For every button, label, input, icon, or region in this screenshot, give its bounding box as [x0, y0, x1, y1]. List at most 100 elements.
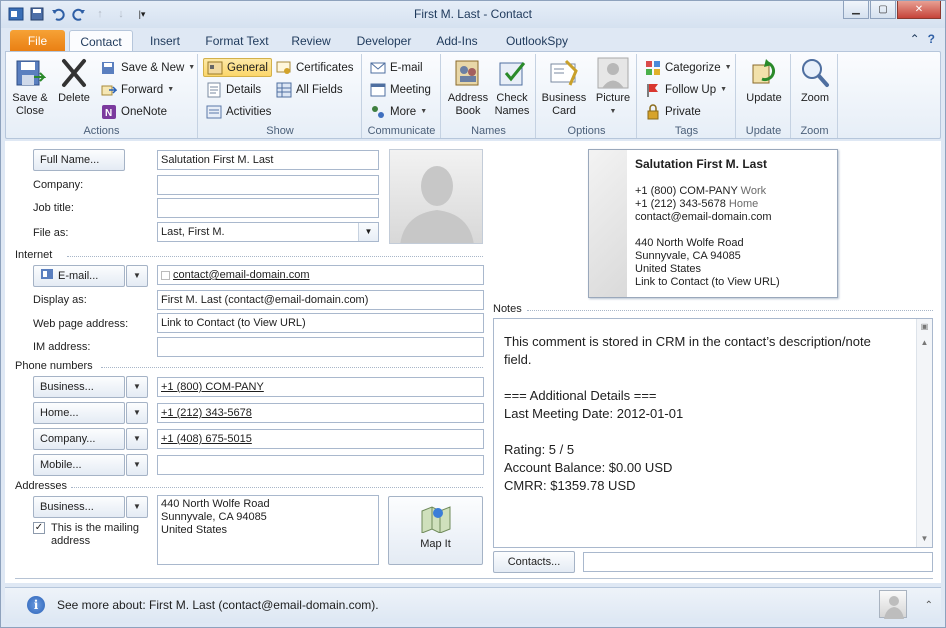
job-title-label: Job title:: [33, 202, 74, 214]
display-as-field[interactable]: First M. Last (contact@email-domain.com): [157, 290, 484, 310]
email-field[interactable]: contact@email-domain.com: [157, 265, 484, 285]
mailing-address-label: This is the mailing address: [51, 522, 140, 547]
tab-contact[interactable]: Contact: [69, 30, 133, 53]
certificates-icon: [276, 60, 292, 76]
map-it-button[interactable]: Map It: [388, 496, 483, 565]
phone-home-field[interactable]: +1 (212) 343-5678: [157, 403, 484, 423]
collapse-ribbon-icon[interactable]: ⌃: [910, 32, 920, 46]
phone-mobile-button[interactable]: Mobile...: [33, 454, 125, 476]
file-as-combo[interactable]: Last, First M. ▼: [157, 222, 379, 242]
categorize-button[interactable]: Categorize ▼: [642, 58, 735, 77]
internet-divider: [67, 256, 483, 257]
expand-people-pane-icon[interactable]: ⌃: [925, 600, 933, 611]
address-dropdown[interactable]: ▼: [126, 496, 148, 518]
save-close-button[interactable]: Save & Close: [10, 57, 50, 118]
zoom-button[interactable]: Zoom: [795, 57, 835, 105]
delete-button[interactable]: Delete: [56, 57, 92, 105]
job-title-field[interactable]: [157, 198, 379, 218]
phone-home-button[interactable]: Home...: [33, 402, 125, 424]
phone-company-dropdown[interactable]: ▼: [126, 428, 148, 450]
forward-button[interactable]: Forward ▼: [98, 80, 177, 99]
help-icon[interactable]: ?: [928, 32, 935, 46]
follow-up-button[interactable]: Follow Up ▼: [642, 80, 730, 99]
phone-business-field[interactable]: +1 (800) COM-PANY: [157, 377, 484, 397]
all-fields-button[interactable]: All Fields: [273, 80, 346, 99]
form-bottom-divider: [15, 578, 933, 579]
activities-button[interactable]: Activities: [203, 102, 274, 121]
update-button[interactable]: Update: [741, 57, 787, 105]
phone-company-field[interactable]: +1 (408) 675-5015: [157, 429, 484, 449]
avatar[interactable]: [879, 590, 907, 619]
close-button[interactable]: ✕: [897, 1, 941, 19]
ribbon: Save & Close Delete Save & New ▼ Forward ▼…: [5, 51, 941, 139]
details-button[interactable]: Details: [203, 80, 264, 99]
phone-section-label: Phone numbers: [15, 360, 93, 372]
person-silhouette-icon: [884, 596, 904, 619]
full-name-field[interactable]: Salutation First M. Last: [157, 150, 379, 170]
svg-text:N: N: [105, 108, 112, 119]
web-page-field[interactable]: Link to Contact (to View URL): [157, 313, 484, 333]
phone-business-dropdown[interactable]: ▼: [126, 376, 148, 398]
picture-button[interactable]: Picture ▼: [593, 57, 633, 118]
tab-developer[interactable]: Developer: [349, 30, 419, 52]
check-names-icon: [496, 57, 528, 89]
zoom-icon: [799, 57, 831, 89]
chevron-down-icon[interactable]: ▼: [358, 223, 378, 241]
email-button[interactable]: E-mail: [367, 58, 426, 77]
minimize-button[interactable]: ▁: [843, 1, 869, 19]
web-page-label: Web page address:: [33, 318, 129, 330]
business-card-button[interactable]: Business Card: [541, 57, 587, 118]
address-field[interactable]: 440 North Wolfe Road Sunnyvale, CA 94085…: [157, 495, 379, 565]
full-name-button[interactable]: Full Name...: [33, 149, 125, 171]
scroll-up-icon[interactable]: ▲: [917, 335, 932, 351]
email-dropdown[interactable]: ▼: [126, 265, 148, 287]
more-button[interactable]: More ▼: [367, 102, 430, 121]
certificates-button[interactable]: Certificates: [273, 58, 357, 77]
phone-divider: [101, 367, 483, 368]
tab-file[interactable]: File: [10, 30, 65, 52]
general-button[interactable]: General: [203, 58, 272, 77]
address-book-icon: [452, 57, 484, 89]
categorize-icon: [645, 60, 661, 76]
maximize-button[interactable]: ▢: [870, 1, 896, 19]
address-business-button[interactable]: Business...: [33, 496, 125, 518]
contact-photo[interactable]: [389, 149, 483, 244]
phone-mobile-field[interactable]: [157, 455, 484, 475]
details-icon: [206, 82, 222, 98]
person-silhouette-icon: [400, 166, 474, 243]
mailing-address-checkbox[interactable]: ✓: [33, 522, 45, 534]
contacts-field[interactable]: [583, 552, 933, 572]
meeting-button[interactable]: Meeting: [367, 80, 434, 99]
notes-textarea[interactable]: This comment is stored in CRM in the con…: [493, 318, 933, 548]
tab-add-ins[interactable]: Add-Ins: [429, 30, 485, 52]
tab-format-text[interactable]: Format Text: [199, 30, 275, 52]
phone-mobile-dropdown[interactable]: ▼: [126, 454, 148, 476]
card-phone-home: +1 (212) 343-5678 Home: [635, 198, 759, 210]
contact-window: ↑ ↓ |▾ First M. Last - Contact ▁ ▢ ✕ Fil…: [0, 0, 946, 628]
address-book-button[interactable]: Address Book: [446, 57, 490, 118]
card-address-1: 440 North Wolfe Road: [635, 237, 744, 249]
card-email: contact@email-domain.com: [635, 211, 772, 223]
notes-scrollbar[interactable]: ▣ ▲ ▼: [916, 319, 932, 547]
onenote-button[interactable]: N OneNote: [98, 102, 170, 121]
group-options: Business Card Picture ▼ Options: [537, 54, 637, 138]
check-names-button[interactable]: Check Names: [492, 57, 532, 118]
private-button[interactable]: Private: [642, 102, 704, 121]
tab-outlookspy[interactable]: OutlookSpy: [497, 30, 577, 52]
scroll-down-icon[interactable]: ▼: [917, 531, 932, 547]
notes-doc-icon[interactable]: ▣: [917, 319, 932, 335]
tab-insert[interactable]: Insert: [141, 30, 189, 52]
business-card-preview[interactable]: Salutation First M. Last +1 (800) COM-PA…: [588, 149, 838, 298]
tab-review[interactable]: Review: [285, 30, 337, 52]
company-field[interactable]: [157, 175, 379, 195]
save-new-button[interactable]: Save & New ▼: [98, 58, 198, 77]
phone-company-button[interactable]: Company...: [33, 428, 125, 450]
file-as-label: File as:: [33, 227, 69, 239]
contacts-button[interactable]: Contacts...: [493, 551, 575, 573]
phone-home-dropdown[interactable]: ▼: [126, 402, 148, 424]
see-more-about[interactable]: See more about: First M. Last (contact@e…: [57, 598, 379, 612]
card-side-art: [589, 150, 627, 297]
im-address-field[interactable]: [157, 337, 484, 357]
phone-business-button[interactable]: Business...: [33, 376, 125, 398]
email-select-button[interactable]: E-mail...: [33, 265, 125, 287]
